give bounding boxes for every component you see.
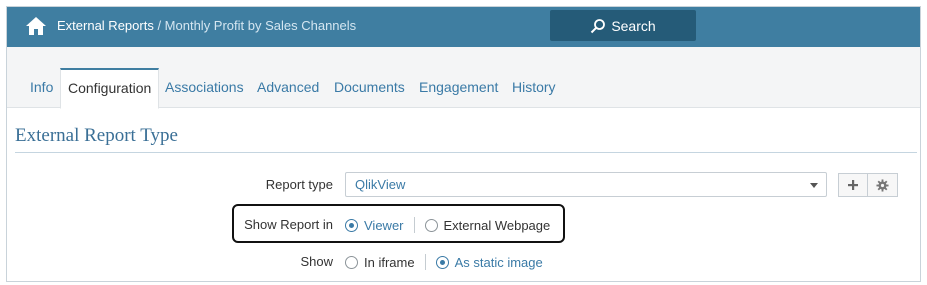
radio-viewer-label: Viewer <box>364 217 404 233</box>
radio-as-static-image[interactable]: As static image <box>435 254 543 270</box>
radio-circle <box>435 255 449 269</box>
search-button[interactable]: Search <box>550 10 696 41</box>
report-type-label: Report type <box>265 177 333 192</box>
tab-associations[interactable]: Associations <box>158 68 251 109</box>
section-title: External Report Type <box>15 125 178 146</box>
search-button-label: Search <box>611 17 656 34</box>
report-type-value: QlikView <box>355 177 406 192</box>
radio-circle <box>424 218 438 232</box>
tab-documents[interactable]: Documents <box>327 68 412 109</box>
home-icon[interactable] <box>25 16 47 36</box>
tab-history[interactable]: History <box>505 68 563 109</box>
show-label: Show <box>300 254 333 269</box>
breadcrumb: External Reports / Monthly Profit by Sal… <box>57 18 356 33</box>
search-icon <box>591 18 606 33</box>
top-bar: External Reports / Monthly Profit by Sal… <box>7 7 920 47</box>
tab-configuration[interactable]: Configuration <box>60 68 160 109</box>
breadcrumb-parent[interactable]: External Reports <box>57 18 154 33</box>
radio-in-iframe[interactable]: In iframe <box>345 255 415 270</box>
plus-icon <box>848 180 858 190</box>
section-divider <box>15 152 917 153</box>
breadcrumb-separator: / <box>153 18 165 33</box>
option-divider <box>424 254 426 270</box>
show-report-in-label: Show Report in <box>244 217 333 232</box>
radio-viewer[interactable]: Viewer <box>345 218 404 233</box>
settings-button[interactable] <box>868 173 898 197</box>
radio-as-static-image-label: As static image <box>454 254 543 270</box>
breadcrumb-current: Monthly Profit by Sales Channels <box>164 18 357 33</box>
report-type-select[interactable]: QlikView <box>345 172 827 197</box>
radio-external-webpage[interactable]: External Webpage <box>424 217 551 233</box>
radio-in-iframe-label: In iframe <box>364 254 415 270</box>
show-report-in-options: Viewer External Webpage <box>345 215 550 235</box>
radio-external-webpage-label: External Webpage <box>443 217 551 233</box>
radio-circle <box>345 218 358 232</box>
tab-bar: Info Configuration Associations Advanced… <box>7 47 920 109</box>
chevron-down-icon <box>810 183 818 188</box>
radio-circle <box>345 255 358 269</box>
tab-advanced[interactable]: Advanced <box>250 68 326 109</box>
add-button[interactable] <box>838 173 868 197</box>
show-options: In iframe As static image <box>345 252 543 272</box>
app-frame: External Reports / Monthly Profit by Sal… <box>6 6 921 282</box>
tab-engagement[interactable]: Engagement <box>412 68 505 109</box>
gear-icon <box>876 178 889 192</box>
option-divider <box>413 217 415 233</box>
tab-info[interactable]: Info <box>23 68 60 109</box>
report-type-actions <box>838 173 898 197</box>
